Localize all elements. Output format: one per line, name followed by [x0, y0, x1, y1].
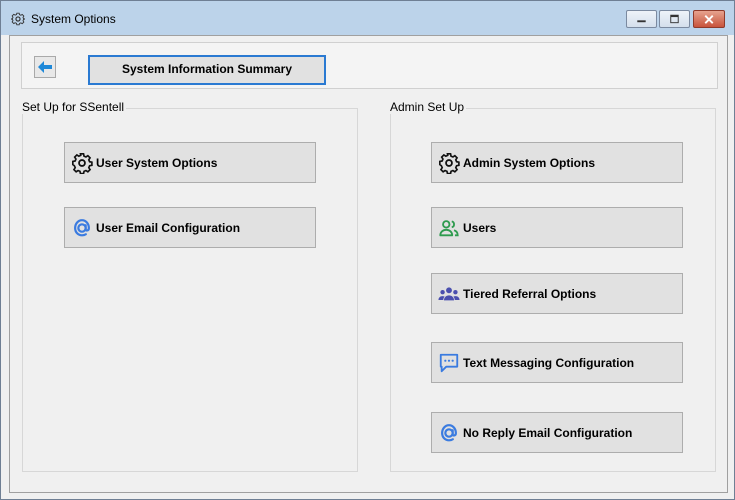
users-button[interactable]: Users — [431, 207, 683, 248]
maximize-button[interactable] — [659, 10, 690, 28]
user-email-configuration-button[interactable]: User Email Configuration — [64, 207, 316, 248]
button-label: User Email Configuration — [96, 221, 241, 235]
button-label: Admin System Options — [463, 156, 596, 170]
group-title: Set Up for SSentell — [22, 100, 127, 114]
system-options-window: System Options System Information Summar… — [0, 0, 735, 500]
button-label: Users — [463, 221, 497, 235]
group-title: Admin Set Up — [390, 100, 467, 114]
user-system-options-button[interactable]: User System Options — [64, 142, 316, 183]
admin-setup-group: Admin Set Up Admin System Options Users — [390, 100, 716, 472]
client-area: System Information Summary Set Up for SS… — [9, 35, 728, 493]
users-icon — [439, 220, 459, 237]
back-button[interactable] — [34, 56, 56, 78]
top-toolbar: System Information Summary — [21, 42, 718, 89]
maximize-icon — [670, 14, 679, 24]
title-bar: System Options — [1, 1, 734, 35]
button-label: Text Messaging Configuration — [463, 356, 635, 370]
text-messaging-configuration-button[interactable]: Text Messaging Configuration — [431, 342, 683, 383]
admin-system-options-button[interactable]: Admin System Options — [431, 142, 683, 183]
system-information-summary-button[interactable]: System Information Summary — [88, 55, 326, 85]
gear-icon — [439, 153, 460, 174]
group-icon — [438, 287, 460, 301]
at-sign-icon — [74, 219, 90, 237]
minimize-button[interactable] — [626, 10, 657, 28]
at-sign-icon — [441, 424, 457, 442]
button-label: User System Options — [96, 156, 218, 170]
gear-icon — [11, 12, 25, 26]
chat-icon — [439, 353, 459, 373]
tiered-referral-options-button[interactable]: Tiered Referral Options — [431, 273, 683, 314]
window-title: System Options — [31, 12, 116, 26]
button-label: No Reply Email Configuration — [463, 426, 633, 440]
minimize-icon — [637, 20, 646, 23]
no-reply-email-configuration-button[interactable]: No Reply Email Configuration — [431, 412, 683, 453]
arrow-left-icon — [38, 61, 52, 73]
close-icon — [704, 15, 714, 24]
button-label: Tiered Referral Options — [463, 287, 597, 301]
close-button[interactable] — [693, 10, 725, 28]
gear-icon — [72, 153, 93, 174]
setup-ssentell-group: Set Up for SSentell User System Options … — [22, 100, 358, 472]
